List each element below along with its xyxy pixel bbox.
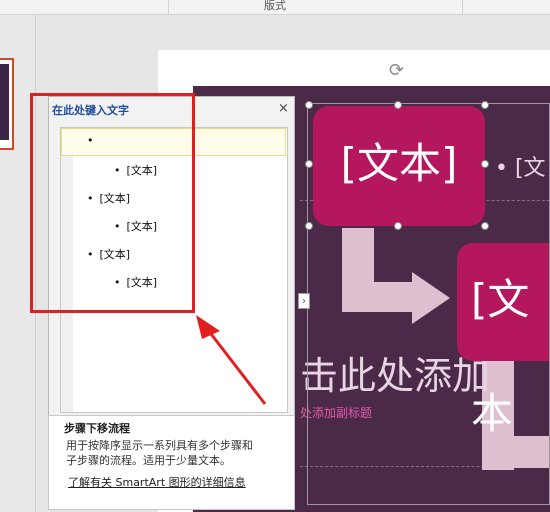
annotation-arrow: [196, 315, 267, 405]
